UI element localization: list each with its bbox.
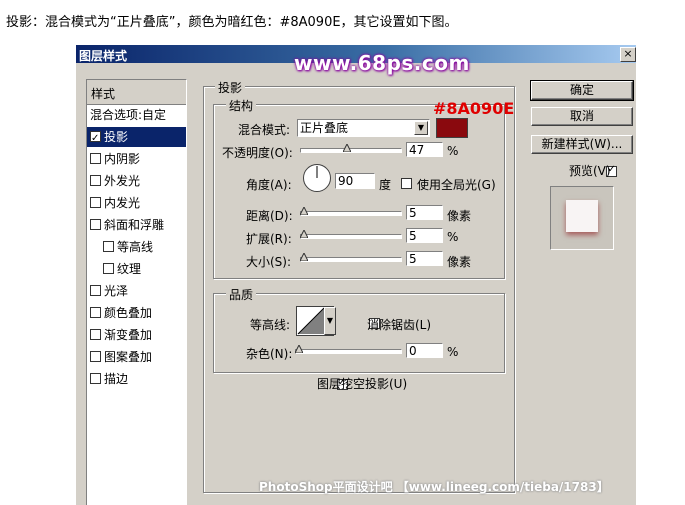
noise-label: 杂色(N):: [246, 347, 293, 361]
noise-slider-thumb[interactable]: [295, 345, 303, 353]
size-input[interactable]: 5: [406, 251, 443, 266]
blend-mode-value: 正片叠底: [300, 121, 349, 135]
opacity-unit: %: [447, 144, 459, 158]
contour-label: 等高线:: [250, 318, 291, 332]
spread-input[interactable]: 5: [406, 228, 443, 243]
style-item-label: 外发光: [104, 174, 141, 188]
drop-shadow-group-title: 投影: [215, 79, 246, 96]
style-item-checkbox[interactable]: [90, 175, 101, 186]
style-item[interactable]: 纹理: [87, 259, 186, 279]
style-item-checkbox[interactable]: [103, 263, 114, 274]
spread-slider-thumb[interactable]: [300, 230, 308, 238]
styles-header-label: 样式: [91, 87, 116, 101]
style-item[interactable]: 投影: [87, 127, 186, 149]
color-annotation: #8A090E: [433, 99, 515, 118]
opacity-input[interactable]: 47: [406, 142, 443, 157]
title-bar[interactable]: 图层样式 www.68ps.com ×: [76, 45, 636, 75]
noise-unit: %: [447, 345, 459, 359]
knockout-label: 图层挖空投影(U): [317, 377, 408, 391]
style-item[interactable]: 图案叠加: [87, 347, 186, 367]
opacity-slider[interactable]: [300, 148, 402, 153]
style-item[interactable]: 等高线: [87, 237, 186, 257]
style-item-checkbox[interactable]: [90, 285, 101, 296]
opacity-slider-thumb[interactable]: [343, 144, 351, 152]
style-preview-box: [550, 186, 614, 250]
angle-label: 角度(A):: [246, 178, 292, 192]
opacity-label: 不透明度(O):: [222, 146, 293, 160]
styles-list-panel: 样式 混合选项:自定投影内阴影外发光内发光斜面和浮雕等高线纹理光泽颜色叠加渐变叠…: [86, 79, 187, 505]
style-item[interactable]: 外发光: [87, 171, 186, 191]
blend-mode-label: 混合模式:: [238, 123, 291, 137]
distance-label: 距离(D):: [246, 209, 293, 223]
style-item-checkbox[interactable]: [90, 153, 101, 164]
preview-label: 预览(V): [569, 164, 611, 178]
style-item-checkbox[interactable]: [90, 307, 101, 318]
style-item[interactable]: 内阴影: [87, 149, 186, 169]
footer-watermark: PhotoShop平面设计吧 【www.lineeg.com/tieba/178…: [259, 480, 609, 494]
spread-label: 扩展(R):: [246, 232, 292, 246]
dialog-title: 图层样式: [79, 49, 128, 63]
style-item[interactable]: 颜色叠加: [87, 303, 186, 323]
styles-header[interactable]: 样式: [87, 80, 186, 105]
angle-dial[interactable]: [302, 163, 332, 193]
instruction-caption: 投影：混合模式为“正片叠底”，颜色为暗红色：#8A090E，其它设置如下图。: [6, 15, 458, 30]
style-item-label: 等高线: [117, 240, 154, 254]
size-unit: 像素: [447, 255, 472, 269]
style-item-label: 混合选项:自定: [90, 108, 167, 122]
structure-title: 结构: [226, 97, 257, 114]
close-button[interactable]: ×: [620, 47, 636, 62]
cancel-button[interactable]: 取消: [531, 107, 633, 126]
style-item-label: 投影: [104, 130, 129, 144]
size-slider-thumb[interactable]: [300, 253, 308, 261]
style-item-label: 光泽: [104, 284, 129, 298]
style-item-checkbox[interactable]: [90, 329, 101, 340]
distance-slider-thumb[interactable]: [300, 207, 308, 215]
angle-input[interactable]: 90: [335, 173, 375, 189]
distance-slider[interactable]: [300, 211, 402, 216]
style-item-label: 图案叠加: [104, 350, 153, 364]
style-item[interactable]: 渐变叠加: [87, 325, 186, 345]
style-item-label: 斜面和浮雕: [104, 218, 165, 232]
global-light-label: 使用全局光(G): [417, 178, 496, 192]
noise-input[interactable]: 0: [406, 343, 443, 358]
anti-alias-label: 消除锯齿(L): [367, 318, 432, 332]
size-slider[interactable]: [300, 257, 402, 262]
blend-mode-select[interactable]: 正片叠底 ▼: [297, 119, 430, 137]
ok-button[interactable]: 确定: [530, 80, 634, 101]
distance-input[interactable]: 5: [406, 205, 443, 220]
style-item[interactable]: 斜面和浮雕: [87, 215, 186, 235]
spread-slider[interactable]: [300, 234, 402, 239]
preview-swatch: [566, 200, 598, 232]
style-item-checkbox[interactable]: [90, 129, 101, 149]
size-label: 大小(S):: [246, 255, 292, 269]
shadow-color-swatch[interactable]: [436, 118, 468, 138]
style-item-checkbox[interactable]: [103, 241, 114, 252]
style-item-label: 内发光: [104, 196, 141, 210]
layer-style-dialog: 图层样式 www.68ps.com × 样式 混合选项:自定投影内阴影外发光内发…: [76, 45, 636, 505]
style-item-label: 内阴影: [104, 152, 141, 166]
global-light-checkbox[interactable]: [401, 178, 412, 189]
style-item-checkbox[interactable]: [90, 351, 101, 362]
site-watermark: www.68ps.com: [294, 51, 470, 75]
style-item-label: 渐变叠加: [104, 328, 153, 342]
contour-dropdown-icon[interactable]: ▼: [324, 307, 336, 335]
angle-unit: 度: [379, 178, 392, 192]
style-item-checkbox[interactable]: [90, 197, 101, 208]
style-item[interactable]: 内发光: [87, 193, 186, 213]
noise-slider[interactable]: [295, 349, 402, 354]
spread-unit: %: [447, 230, 459, 244]
style-item-checkbox[interactable]: [90, 219, 101, 230]
style-item[interactable]: 混合选项:自定: [87, 105, 186, 125]
distance-unit: 像素: [447, 209, 472, 223]
style-item-label: 描边: [104, 372, 129, 386]
chevron-down-icon[interactable]: ▼: [414, 121, 428, 135]
quality-title: 品质: [226, 286, 257, 303]
style-item[interactable]: 光泽: [87, 281, 186, 301]
style-item-label: 纹理: [117, 262, 142, 276]
style-item-checkbox[interactable]: [90, 373, 101, 384]
style-item[interactable]: 描边: [87, 369, 186, 389]
new-style-button[interactable]: 新建样式(W)...: [531, 135, 633, 154]
style-item-label: 颜色叠加: [104, 306, 153, 320]
